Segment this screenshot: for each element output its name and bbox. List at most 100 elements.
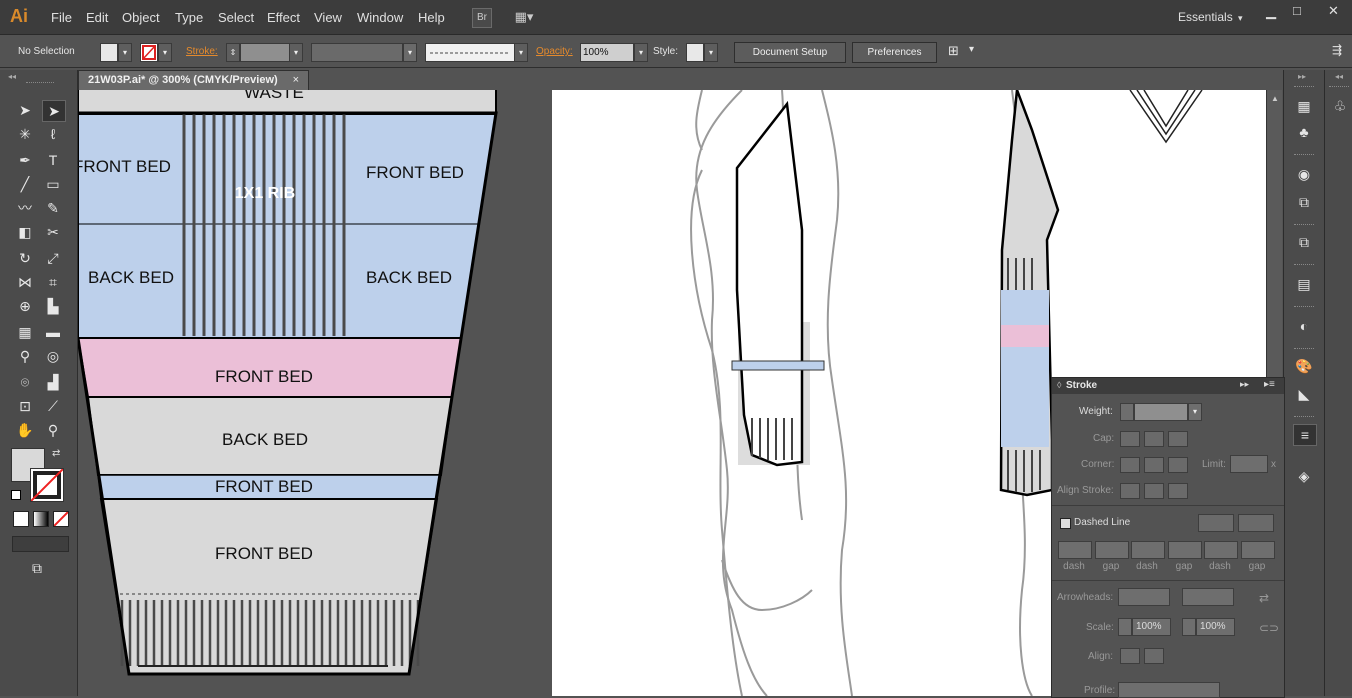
arrange-documents-button[interactable]: ▦▾	[510, 8, 538, 26]
dock-grip-2[interactable]	[1294, 154, 1314, 158]
align-outside-button[interactable]	[1168, 483, 1188, 499]
brush-dropdown[interactable]: ▾	[514, 43, 528, 62]
default-fill-stroke-icon[interactable]	[11, 490, 21, 500]
link-scale-icon[interactable]: ⊂⊃	[1259, 621, 1279, 635]
brushes-icon[interactable]: ◣	[1293, 384, 1315, 404]
hand-tool-icon[interactable]: ✋	[14, 420, 36, 440]
dashed-line-checkbox[interactable]	[1060, 518, 1071, 529]
scroll-up-icon[interactable]: ▲	[1271, 94, 1279, 103]
variable-width-dropdown[interactable]: ▾	[403, 43, 417, 62]
shape-builder-tool-icon[interactable]: ⊕	[14, 296, 36, 316]
menu-object[interactable]: Object	[122, 10, 160, 25]
stroke-weight-field[interactable]	[240, 43, 290, 62]
brush-definition[interactable]	[425, 43, 515, 62]
color-guide-icon[interactable]: ▦	[1293, 96, 1315, 116]
mesh-tool-icon[interactable]: ▦	[14, 322, 36, 342]
graph-tool-icon[interactable]: ▟	[42, 372, 64, 392]
menu-edit[interactable]: Edit	[86, 10, 108, 25]
stroke-label[interactable]: Stroke:	[186, 46, 218, 57]
dock-grip-3[interactable]	[1294, 224, 1314, 228]
blend-tool-icon[interactable]: ◎	[42, 346, 64, 366]
gap-field-1[interactable]	[1095, 541, 1129, 559]
symbols-icon[interactable]: ♣	[1293, 122, 1315, 142]
artboard-tool-icon[interactable]: ⊡	[14, 396, 36, 416]
projecting-cap-button[interactable]	[1168, 431, 1188, 447]
eyedropper-tool-icon[interactable]: ⚲	[14, 346, 36, 366]
zoom-tool-icon[interactable]: ⚲	[42, 420, 64, 440]
draw-modes-group[interactable]	[12, 536, 69, 552]
menu-help[interactable]: Help	[418, 10, 445, 25]
dash-field-2[interactable]	[1131, 541, 1165, 559]
end-arrowhead-select[interactable]	[1182, 588, 1234, 606]
width-tool-icon[interactable]: ⋈	[14, 272, 36, 292]
secondary-grip[interactable]	[1329, 86, 1349, 90]
document-setup-button[interactable]: Document Setup	[734, 42, 846, 63]
layers-arrange-icon[interactable]: ⧉	[1293, 232, 1315, 252]
menu-effect[interactable]: Effect	[267, 10, 300, 25]
stroke-panel-icon[interactable]: ≡	[1293, 424, 1317, 446]
weight-dropdown[interactable]: ▾	[1188, 403, 1202, 421]
close-document-icon[interactable]: ×	[293, 74, 299, 86]
limit-field[interactable]	[1230, 455, 1268, 473]
stroke-color-swatch[interactable]	[30, 468, 64, 502]
gradient-tool-icon[interactable]: ▬	[42, 322, 64, 342]
knit-structure-artwork[interactable]: WASTE FRONT BED FRONT BED 1X1 RIB BACK B…	[78, 90, 552, 696]
gradient-mode-icon[interactable]	[33, 511, 49, 527]
swap-fill-stroke-icon[interactable]: ⇄	[52, 448, 60, 459]
layers-icon[interactable]: ◈	[1293, 466, 1315, 486]
weight-stepper[interactable]	[1120, 403, 1134, 421]
workspace-switcher[interactable]: Essentials	[1178, 10, 1233, 24]
expand-dock-icon[interactable]: ▸▸	[1298, 72, 1306, 81]
panel-expand-icon[interactable]: ▸▸	[1240, 379, 1249, 390]
stroke-swatch[interactable]	[140, 43, 158, 62]
dock-grip[interactable]	[1294, 86, 1314, 90]
align-inside-button[interactable]	[1144, 483, 1164, 499]
preferences-button[interactable]: Preferences	[852, 42, 937, 63]
isolate-selected-icon[interactable]: ⊞	[948, 43, 959, 59]
dock-grip-6[interactable]	[1294, 348, 1314, 352]
panel-options-icon[interactable]: ▸≡	[1264, 379, 1275, 390]
graphic-styles-icon[interactable]: ⧉	[1293, 192, 1315, 212]
gap-field-2[interactable]	[1168, 541, 1202, 559]
align-center-button[interactable]	[1120, 483, 1140, 499]
panel-collapse-icon[interactable]: ◊	[1057, 380, 1061, 390]
gradient-panel-icon[interactable]: ▤	[1293, 274, 1315, 294]
gap-field-3[interactable]	[1241, 541, 1275, 559]
align-dash-button[interactable]	[1238, 514, 1274, 532]
butt-cap-button[interactable]	[1120, 431, 1140, 447]
paintbrush-tool-icon[interactable]: 〰	[14, 198, 36, 218]
fill-dropdown[interactable]: ▾	[118, 43, 132, 62]
magic-wand-tool-icon[interactable]: ✳	[14, 124, 36, 144]
close-button[interactable]: ✕	[1328, 3, 1339, 19]
fill-swatch[interactable]	[100, 43, 118, 62]
line-tool-icon[interactable]: ╱	[14, 174, 36, 194]
swatches-icon[interactable]: 🎨	[1293, 356, 1315, 376]
isolate-dropdown-icon[interactable]: ▾	[969, 44, 974, 55]
stroke-weight-dropdown[interactable]: ▾	[289, 43, 303, 62]
menu-select[interactable]: Select	[218, 10, 254, 25]
weight-field[interactable]	[1134, 403, 1188, 421]
dock-grip-4[interactable]	[1294, 264, 1314, 268]
appearance-icon[interactable]: ◉	[1293, 164, 1315, 184]
scale-tool-icon[interactable]: ⤢	[42, 248, 64, 268]
pen-tool-icon[interactable]: ✒	[14, 150, 36, 170]
menu-file[interactable]: File	[51, 10, 72, 25]
bevel-join-button[interactable]	[1168, 457, 1188, 473]
arrow-place-button[interactable]	[1144, 648, 1164, 664]
workspace-arrow-icon[interactable]: ▾	[1238, 13, 1243, 24]
document-tab[interactable]: 21W03P.ai* @ 300% (CMYK/Preview) ×	[78, 70, 309, 90]
swap-arrowheads-icon[interactable]: ⇄	[1259, 591, 1269, 605]
preserve-dash-button[interactable]	[1198, 514, 1234, 532]
perspective-grid-tool-icon[interactable]: ▙	[42, 296, 64, 316]
opacity-label[interactable]: Opacity:	[536, 46, 573, 57]
transparency-icon[interactable]: ◐	[1293, 316, 1315, 336]
dock-grip-5[interactable]	[1294, 306, 1314, 310]
expand-secondary-icon[interactable]: ◂◂	[1335, 72, 1343, 81]
dash-field-3[interactable]	[1204, 541, 1238, 559]
maximize-button[interactable]: □	[1293, 3, 1301, 18]
direct-selection-tool-icon[interactable]: ➤	[42, 100, 66, 122]
pencil-tool-icon[interactable]: ✎	[42, 198, 64, 218]
miter-join-button[interactable]	[1120, 457, 1140, 473]
start-arrowhead-select[interactable]	[1118, 588, 1170, 606]
rectangle-tool-icon[interactable]: ▭	[42, 174, 64, 194]
